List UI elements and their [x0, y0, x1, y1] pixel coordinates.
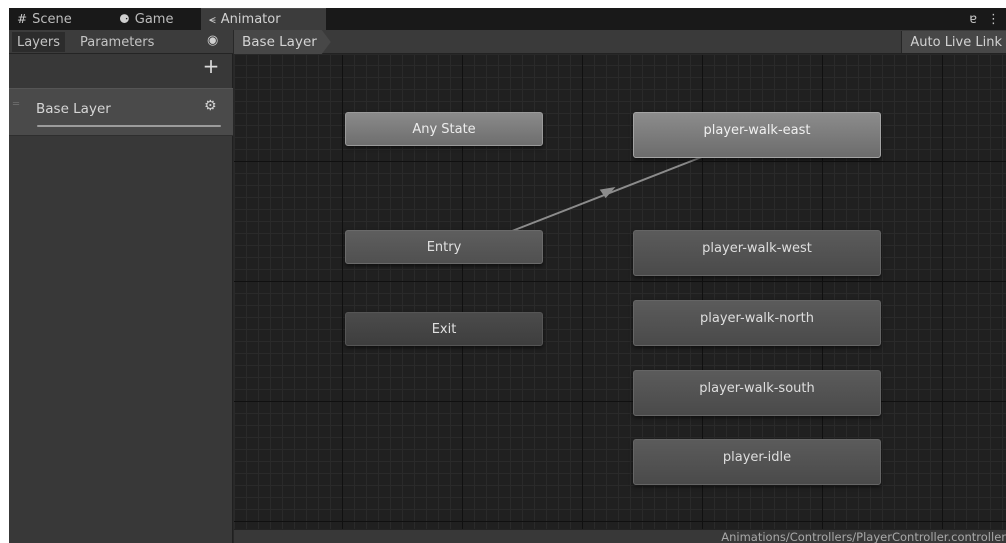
tab-parameters[interactable]: Parameters [75, 32, 159, 52]
layer-weight-slider[interactable] [37, 125, 221, 127]
status-bar: Animations/Controllers/PlayerController.… [234, 529, 1006, 543]
more-menu-icon[interactable]: ⋮ [987, 12, 1000, 27]
auto-live-link-button[interactable]: Auto Live Link [901, 31, 1006, 53]
layer-row-base-layer[interactable]: ═ Base Layer ⚙ [9, 88, 233, 136]
breadcrumb-base-layer[interactable]: Base Layer [234, 30, 331, 54]
tab-animator-label: Animator [220, 12, 281, 27]
lock-icon[interactable]: ɐ [969, 12, 977, 27]
any-state-node[interactable]: Any State [345, 112, 543, 146]
panel-tabs: Layers Parameters ◉ [9, 30, 233, 54]
tab-scene[interactable]: # Scene [9, 8, 80, 30]
state-node-player-walk-north[interactable]: player-walk-north [633, 300, 881, 346]
animator-icon: ⪪ [209, 12, 216, 26]
graph-toolbar: Base Layer Auto Live Link [234, 30, 1006, 54]
window-controls: ɐ ⋮ [969, 8, 1000, 30]
tab-game[interactable]: ⚈ Game [111, 8, 181, 30]
layer-name: Base Layer [36, 101, 111, 117]
state-node-player-walk-west[interactable]: player-walk-west [633, 230, 881, 276]
layers-panel: Layers Parameters ◉ + ═ Base Layer ⚙ [9, 30, 233, 543]
entry-node[interactable]: Entry [345, 230, 543, 264]
state-node-player-walk-east[interactable]: player-walk-east [633, 112, 881, 158]
state-node-player-idle[interactable]: player-idle [633, 439, 881, 485]
gamepad-icon: ⚈ [119, 12, 130, 26]
tab-game-label: Game [134, 11, 174, 27]
animator-window: # Scene ⚈ Game ⪪ Animator ɐ ⋮ Layers Par… [9, 8, 1006, 543]
tab-animator[interactable]: ⪪ Animator [201, 8, 326, 30]
drag-handle-icon[interactable]: ═ [13, 99, 19, 110]
entry-to-walk-east-transition[interactable] [511, 152, 713, 232]
eye-icon[interactable]: ◉ [207, 33, 218, 48]
controller-path: Animations/Controllers/PlayerController.… [721, 530, 1006, 543]
tab-scene-label: Scene [32, 11, 72, 27]
scene-icon: # [17, 12, 28, 26]
state-node-player-walk-south[interactable]: player-walk-south [633, 370, 881, 416]
state-machine-graph[interactable]: Any State player-walk-east Entry player-… [234, 55, 1006, 529]
window-tab-strip: # Scene ⚈ Game ⪪ Animator ɐ ⋮ [9, 8, 1006, 30]
add-layer-button[interactable]: + [199, 54, 223, 78]
tab-layers[interactable]: Layers [12, 32, 66, 52]
gear-icon[interactable]: ⚙ [204, 98, 217, 114]
exit-node[interactable]: Exit [345, 312, 543, 346]
